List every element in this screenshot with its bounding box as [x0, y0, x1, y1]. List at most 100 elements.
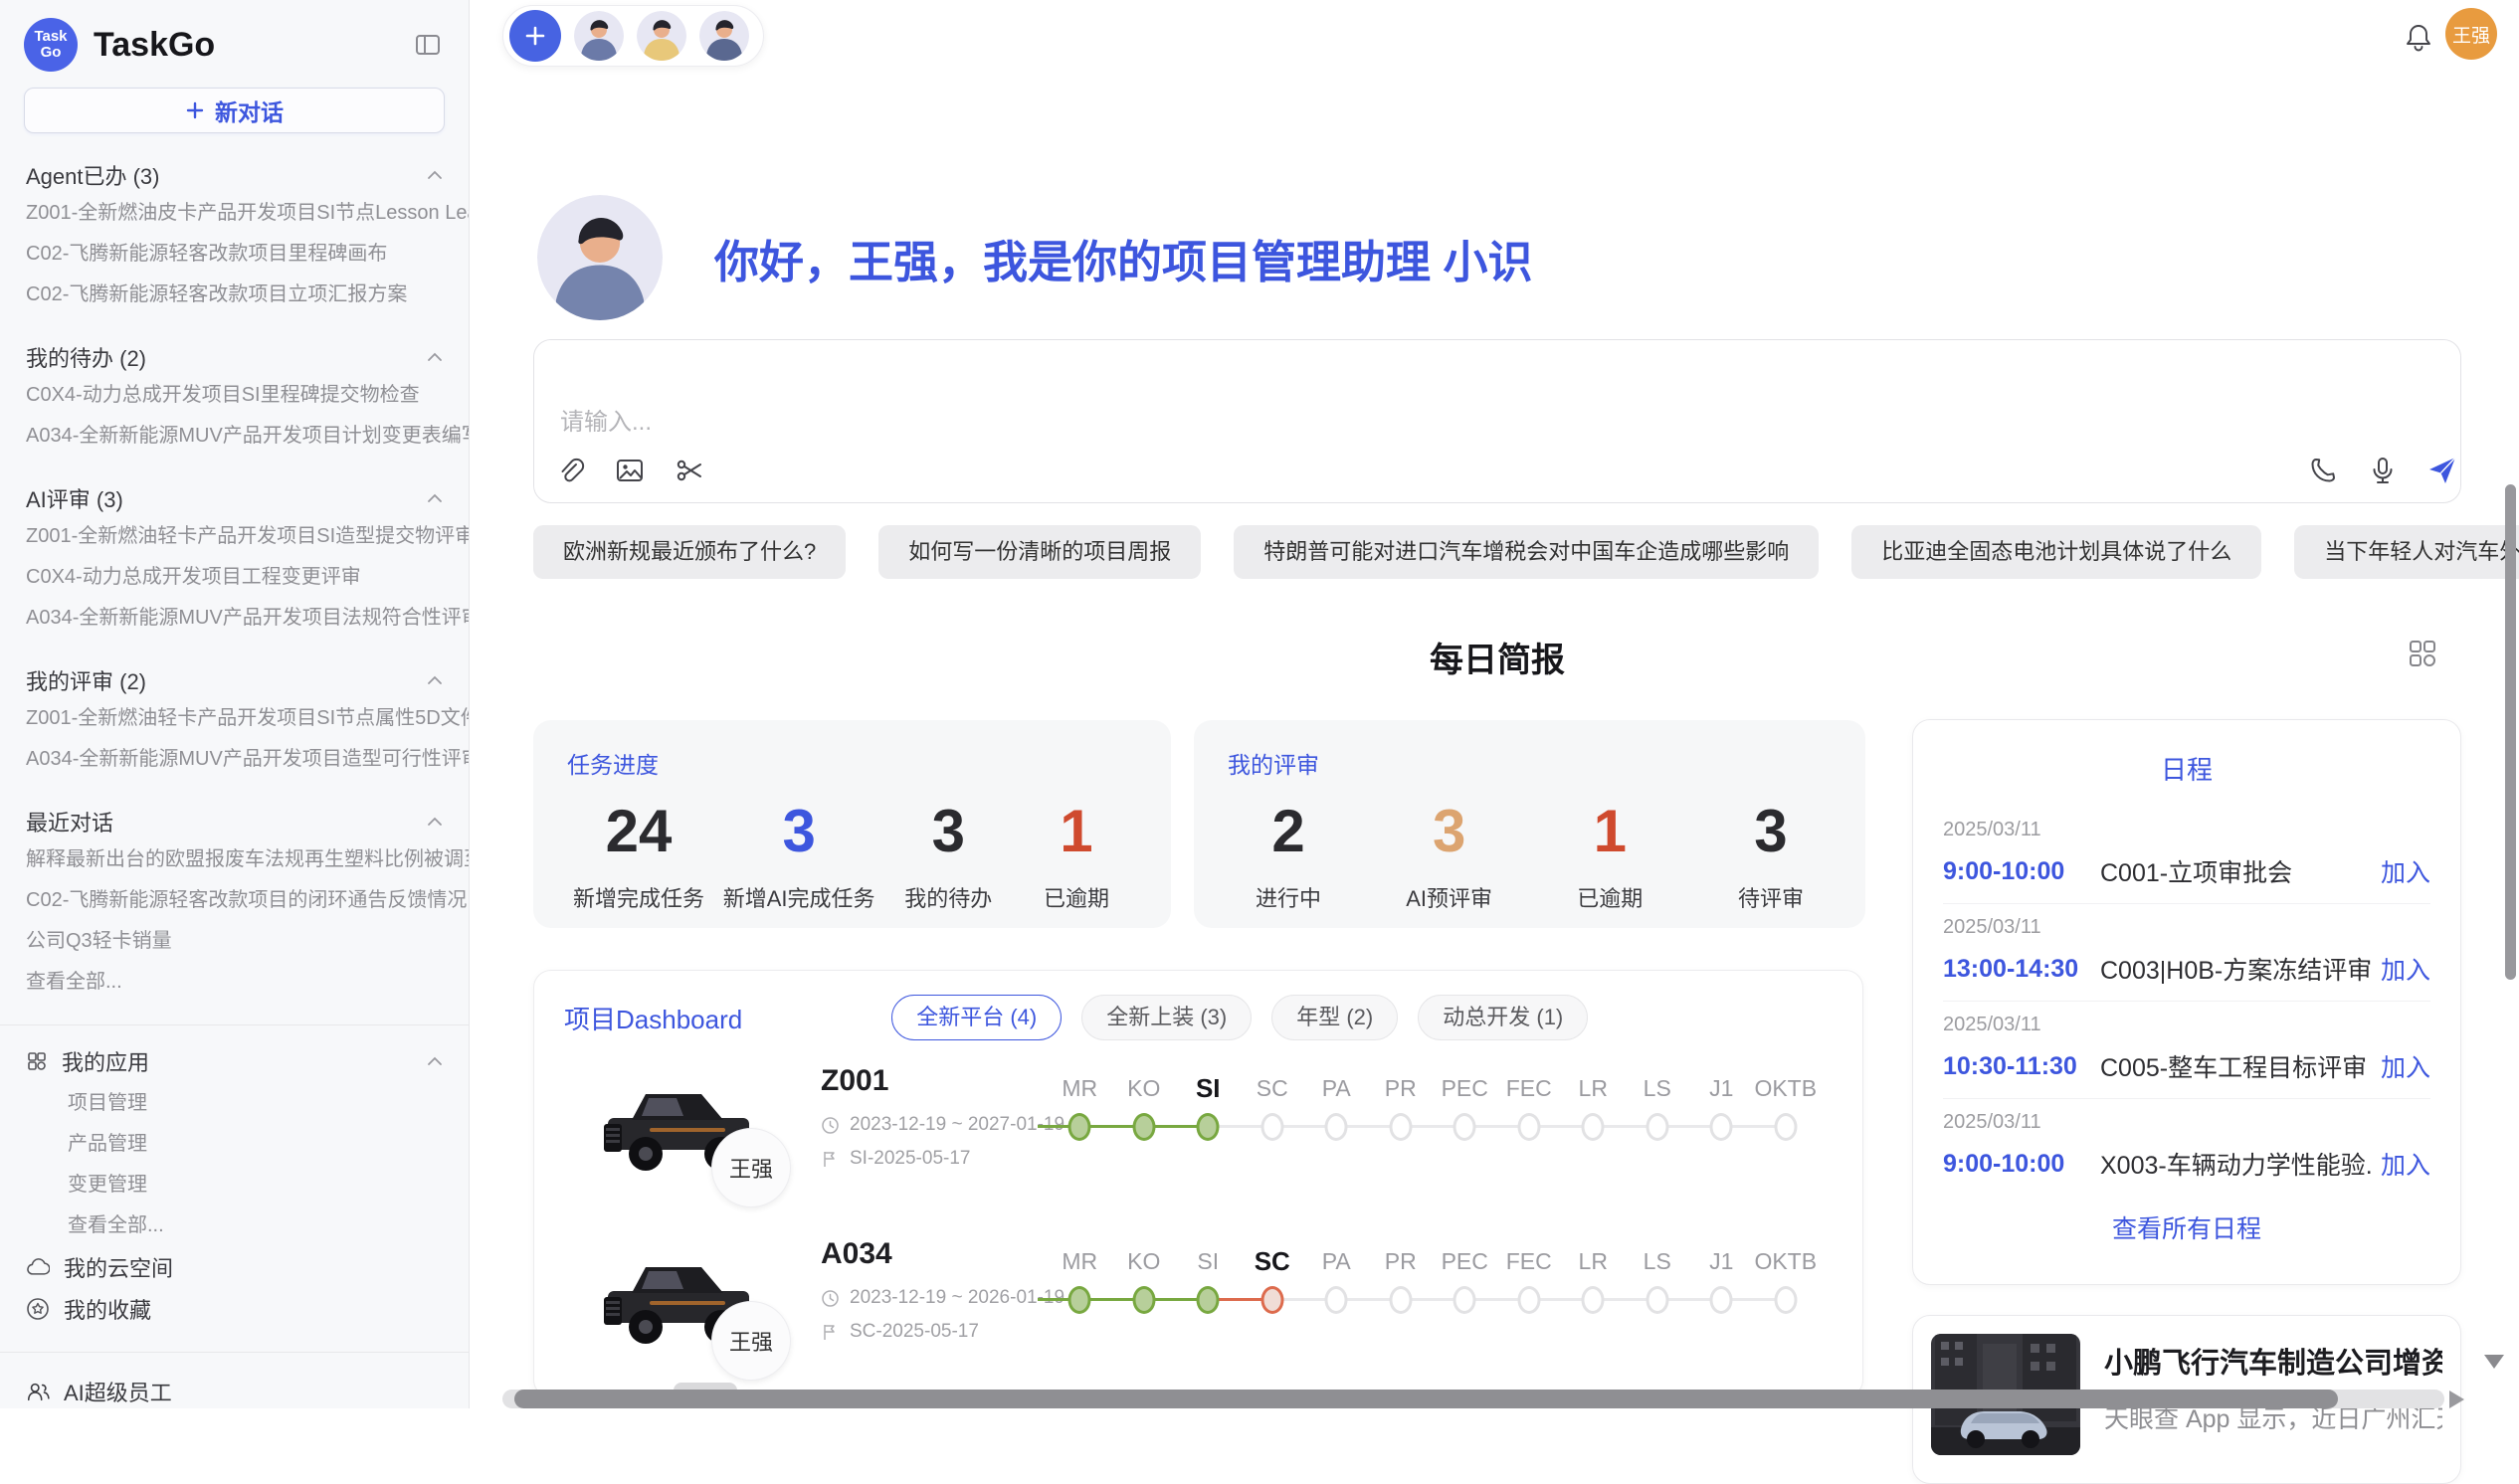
event-date: 2025/03/11	[1943, 1111, 2430, 1134]
scissors-icon[interactable]	[673, 454, 706, 487]
microphone-icon[interactable]	[2366, 454, 2400, 487]
avatar[interactable]	[574, 11, 624, 61]
add-button[interactable]	[509, 10, 561, 62]
milestone-track: MR KO	[1048, 1243, 1818, 1323]
project-row[interactable]: 王强 Z001 2023-12-19 ~ 2027-01-19 SI-2025-…	[564, 1062, 1835, 1231]
join-button[interactable]: 加入	[2381, 1048, 2430, 1084]
stat-value: 3	[893, 802, 1003, 861]
notification-bell-icon[interactable]	[2404, 22, 2433, 52]
section-items: C0X4-动力总成开发项目SI里程碑提交物检查A034-全新新能源MUV产品开发…	[0, 375, 469, 457]
task-stats: 24 新增完成任务 3 新增AI完成任务 3 我的待办 1 已逾期	[567, 802, 1137, 913]
suggestion-chip[interactable]: 欧洲新规最近颁布了什么?	[533, 525, 846, 579]
chevron-up-icon	[427, 492, 443, 504]
event-main: 10:30-11:30 C005-整车工程目标评审 加入	[1943, 1048, 2430, 1084]
stat-value: 2	[1234, 802, 1343, 861]
suggestion-chip[interactable]: 比亚迪全固态电池计划具体说了什么	[1851, 525, 2261, 579]
milestone-dot-area	[1626, 1279, 1690, 1323]
chevron-up-icon	[427, 169, 443, 181]
milestone: LS	[1626, 1070, 1690, 1150]
list-item[interactable]: C02-飞腾新能源轻客改款项目的闭环通告反馈情况	[0, 880, 469, 921]
milestone-dot-area	[1112, 1106, 1177, 1150]
app-item[interactable]: 产品管理	[0, 1124, 469, 1165]
milestone-dot	[1582, 1286, 1605, 1314]
phone-icon[interactable]	[2306, 454, 2340, 487]
list-item[interactable]: Z001-全新燃油皮卡产品开发项目SI节点Lesson Learn报告	[0, 193, 469, 234]
greeting-text: 你好，王强，我是你的项目管理助理 小识	[714, 226, 1533, 290]
suggestion-chip[interactable]: 特朗普可能对进口汽车增税会对中国车企造成哪些影响	[1234, 525, 1819, 579]
list-item[interactable]: A034-全新新能源MUV产品开发项目计划变更表编写	[0, 416, 469, 457]
image-icon[interactable]	[613, 454, 647, 487]
sidebar-item-cloud[interactable]: 我的云空间	[0, 1246, 469, 1288]
section-header[interactable]: Agent已办 (3)	[0, 157, 469, 193]
suggestion-chip[interactable]: 当下年轻人对汽车外观有怎样的喜好趋势	[2294, 525, 2519, 579]
list-item[interactable]: 公司Q3轻卡销量	[0, 921, 469, 962]
user-avatar[interactable]: 王强	[2445, 8, 2497, 60]
milestone-label: KO	[1112, 1243, 1177, 1279]
section-header[interactable]: 最近对话	[0, 804, 469, 839]
list-item[interactable]: A034-全新新能源MUV产品开发项目法规符合性评审	[0, 598, 469, 639]
join-button[interactable]: 加入	[2381, 853, 2430, 889]
section-header[interactable]: 我的评审 (2)	[0, 662, 469, 698]
list-item[interactable]: Z001-全新燃油轻卡产品开发项目SI节点属性5D文件评审	[0, 698, 469, 739]
list-item[interactable]: Z001-全新燃油轻卡产品开发项目SI造型提交物评审	[0, 516, 469, 557]
section-header[interactable]: 我的待办 (2)	[0, 339, 469, 375]
scroll-down-arrow-icon[interactable]	[2484, 1355, 2504, 1369]
sidebar-item-ai-staff[interactable]: AI超级员工	[0, 1371, 469, 1408]
filter-chip[interactable]: 全新平台 (4)	[891, 995, 1062, 1040]
avatar[interactable]	[637, 11, 686, 61]
new-chat-button[interactable]: 新对话	[24, 88, 445, 133]
list-item[interactable]: C0X4-动力总成开发项目SI里程碑提交物检查	[0, 375, 469, 416]
list-item[interactable]: A034-全新新能源MUV产品开发项目造型可行性评审	[0, 739, 469, 780]
event-date: 2025/03/11	[1943, 819, 2430, 841]
paperclip-icon[interactable]	[553, 454, 587, 487]
owner-badge: 王强	[711, 1128, 791, 1207]
sidebar-collapse-icon[interactable]	[411, 28, 445, 62]
layout-grid-icon[interactable]	[2406, 637, 2439, 670]
milestone-dot	[1260, 1113, 1283, 1141]
milestone-dot	[1197, 1113, 1220, 1141]
join-button[interactable]: 加入	[2381, 1146, 2430, 1182]
milestone-dot	[1453, 1286, 1476, 1314]
avatar[interactable]	[699, 11, 749, 61]
milestone: KO	[1112, 1243, 1177, 1323]
sidebar-item-favorites[interactable]: 我的收藏	[0, 1288, 469, 1330]
send-icon[interactable]	[2425, 454, 2459, 487]
app-item[interactable]: 项目管理	[0, 1083, 469, 1124]
list-item[interactable]: 解释最新出台的欧盟报废车法规再生塑料比例被调至15%...	[0, 839, 469, 880]
scroll-right-arrow-icon[interactable]	[2449, 1391, 2464, 1408]
milestone-dot-area	[1304, 1279, 1369, 1323]
chat-input[interactable]	[534, 340, 2460, 502]
composer-actions	[2306, 454, 2459, 487]
event-date: 2025/03/11	[1943, 916, 2430, 939]
milestone-label: PEC	[1433, 1243, 1497, 1279]
filter-chip[interactable]: 全新上装 (3)	[1081, 995, 1252, 1040]
milestone-label: LR	[1561, 1070, 1626, 1106]
app-item[interactable]: 查看全部...	[0, 1206, 469, 1246]
milestone-label: SC	[1241, 1243, 1305, 1279]
clock-icon	[821, 1289, 840, 1308]
project-dashboard-card: 项目Dashboard 全新平台 (4)全新上装 (3)年型 (2)动总开发 (…	[533, 970, 1863, 1397]
list-item[interactable]: C02-飞腾新能源轻客改款项目里程碑画布	[0, 234, 469, 275]
list-item[interactable]: C0X4-动力总成开发项目工程变更评审	[0, 557, 469, 598]
milestone-dot-area	[1048, 1106, 1112, 1150]
milestone-dot-area	[1176, 1106, 1241, 1150]
vertical-scrollbar-thumb[interactable]	[2505, 484, 2516, 980]
app-item[interactable]: 变更管理	[0, 1165, 469, 1206]
stat: 1 已逾期	[1555, 802, 1664, 913]
list-item[interactable]: C02-飞腾新能源轻客改款项目立项汇报方案	[0, 275, 469, 315]
chevron-up-icon	[427, 1055, 443, 1067]
view-all-schedule-link[interactable]: 查看所有日程	[1943, 1209, 2430, 1245]
milestone-dot-area	[1626, 1106, 1690, 1150]
horizontal-scrollbar-thumb[interactable]	[514, 1390, 2338, 1408]
filter-chip[interactable]: 年型 (2)	[1271, 995, 1398, 1040]
my-apps-header[interactable]: 我的应用	[0, 1039, 469, 1083]
project-flag: SC-2025-05-17	[850, 1321, 979, 1343]
suggestion-chip[interactable]: 如何写一份清晰的项目周报	[878, 525, 1201, 579]
list-item[interactable]: 查看全部...	[0, 962, 469, 1003]
join-button[interactable]: 加入	[2381, 951, 2430, 987]
filter-chip[interactable]: 动总开发 (1)	[1418, 995, 1588, 1040]
project-row[interactable]: 王强 A034 2023-12-19 ~ 2026-01-19 SC-2025-…	[564, 1235, 1835, 1397]
milestone-dot	[1325, 1113, 1348, 1141]
dashboard-filters: 全新平台 (4) 全新上装 (3) 年型 (2) 动总开发 (1)	[891, 995, 1588, 1040]
section-header[interactable]: AI评审 (3)	[0, 480, 469, 516]
